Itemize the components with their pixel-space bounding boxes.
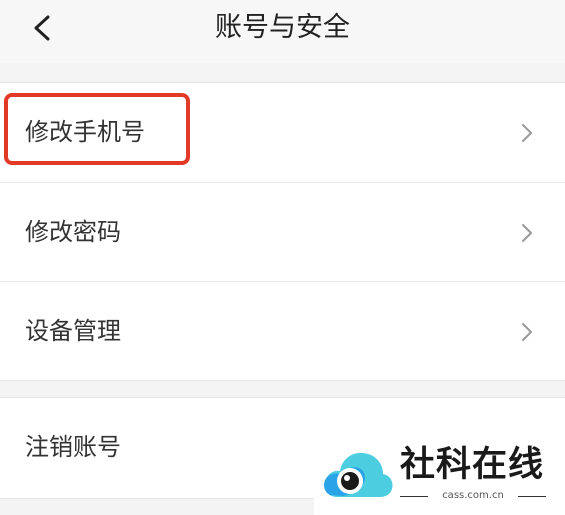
cancel-account-label: 注销账号 bbox=[25, 433, 121, 461]
change-password-label: 修改密码 bbox=[25, 218, 121, 246]
watermark-domain: cass.com.cn bbox=[442, 490, 504, 501]
watermark-line-right bbox=[518, 496, 546, 497]
change-password-row[interactable]: 修改密码 bbox=[0, 182, 565, 282]
chevron-right-icon bbox=[521, 223, 533, 243]
watermark: 社科在线 cass.com.cn bbox=[314, 437, 565, 515]
watermark-subline: cass.com.cn bbox=[400, 490, 546, 502]
nav-bar: 账号与安全 bbox=[0, 0, 565, 63]
page-title: 账号与安全 bbox=[215, 12, 350, 43]
highlight-box bbox=[4, 93, 190, 165]
watermark-line-left bbox=[400, 496, 428, 497]
device-management-row[interactable]: 设备管理 bbox=[0, 281, 565, 381]
device-management-label: 设备管理 bbox=[25, 317, 121, 345]
watermark-name: 社科在线 bbox=[400, 445, 545, 485]
chevron-right-icon bbox=[521, 322, 533, 342]
cloud-eye-logo bbox=[320, 445, 394, 509]
chevron-right-icon bbox=[521, 123, 533, 143]
